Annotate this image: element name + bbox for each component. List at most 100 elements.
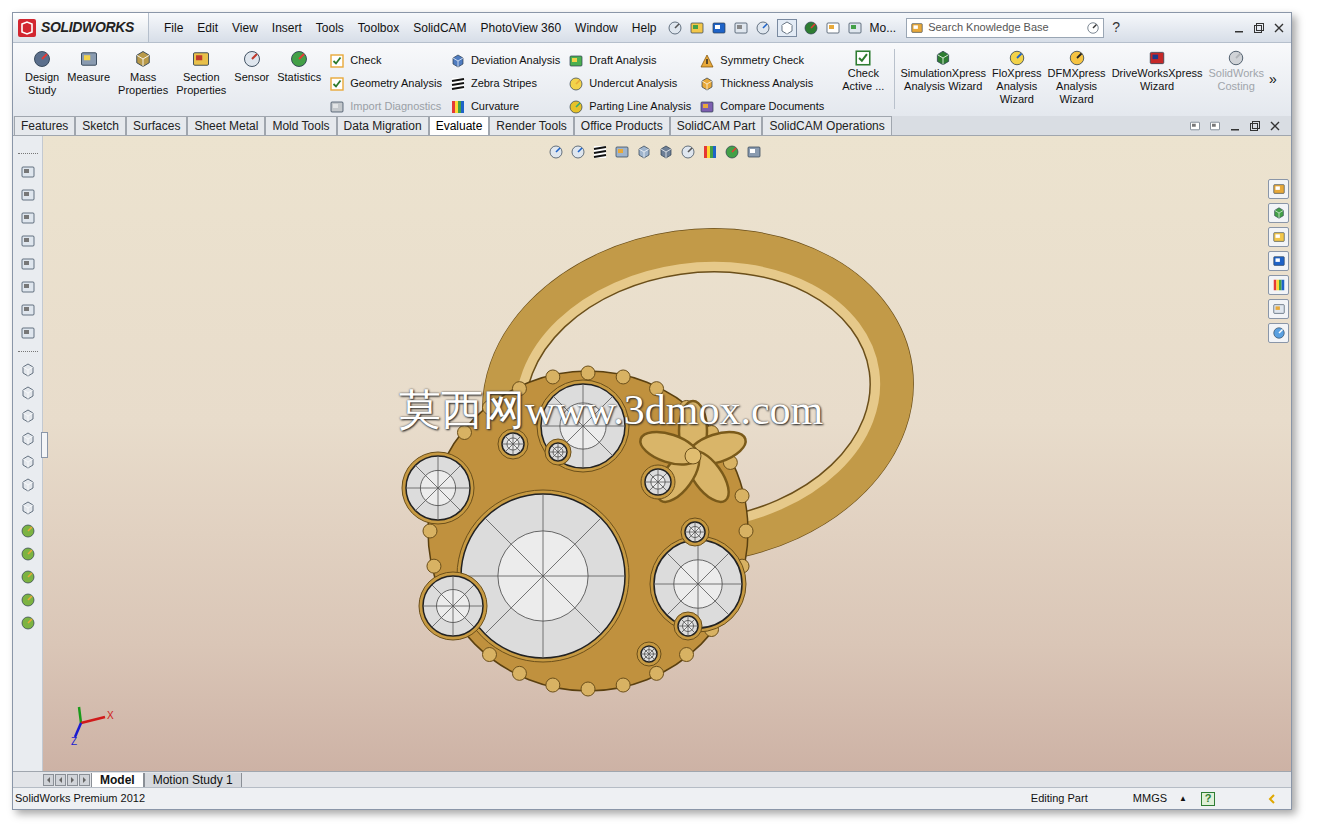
help-button[interactable]: ? bbox=[1112, 17, 1120, 38]
task-pane-tab[interactable] bbox=[1268, 323, 1289, 343]
viewport-restore-icon[interactable] bbox=[1249, 120, 1261, 132]
toolbar-button[interactable] bbox=[20, 164, 36, 180]
command-tab[interactable]: Features bbox=[14, 116, 75, 135]
ribbon-item[interactable]: Check bbox=[329, 49, 442, 72]
ribbon-item[interactable]: Curvature bbox=[450, 95, 560, 116]
logo[interactable]: SOLIDWORKS bbox=[13, 13, 149, 42]
toolbar-button[interactable] bbox=[20, 454, 36, 470]
toolbar-button[interactable] bbox=[20, 546, 36, 562]
menu-item[interactable]: SolidCAM bbox=[406, 19, 473, 37]
ribbon-item[interactable]: Thickness Analysis bbox=[699, 72, 824, 95]
command-tab[interactable]: Sketch bbox=[75, 116, 126, 135]
menu-item[interactable]: Window bbox=[568, 19, 625, 37]
ribbon-item[interactable]: Import Diagnostics bbox=[329, 95, 442, 116]
ribbon-item[interactable]: Draft Analysis bbox=[568, 49, 691, 72]
toolbar-button[interactable] bbox=[20, 431, 36, 447]
menu-item[interactable]: Toolbox bbox=[351, 19, 406, 37]
wizard-button[interactable]: SimulationXpressAnalysis Wizard bbox=[897, 49, 989, 93]
search-box[interactable]: Search Knowledge Base bbox=[906, 18, 1104, 38]
toolbar-button[interactable] bbox=[20, 523, 36, 539]
task-pane-tab[interactable] bbox=[1268, 179, 1289, 199]
menu-item[interactable]: Edit bbox=[190, 19, 225, 37]
heads-up-button[interactable] bbox=[636, 144, 652, 160]
viewport-minimize-icon[interactable] bbox=[1229, 120, 1241, 132]
command-tab[interactable]: Render Tools bbox=[489, 116, 574, 135]
wizard-button[interactable]: SolidWorksCosting bbox=[1206, 49, 1267, 93]
minimize-icon[interactable] bbox=[1233, 22, 1245, 34]
ribbon-button[interactable]: Statistics bbox=[273, 49, 325, 84]
menu-item[interactable]: View bbox=[225, 19, 265, 37]
model-tab[interactable]: Motion Study 1 bbox=[144, 773, 242, 787]
tab-scroll-icon[interactable] bbox=[79, 774, 90, 786]
ribbon-button[interactable]: Measure bbox=[63, 49, 114, 84]
status-help[interactable]: ? bbox=[1201, 792, 1215, 806]
wizard-button[interactable]: DFMXpressAnalysisWizard bbox=[1045, 49, 1109, 106]
heads-up-button[interactable] bbox=[570, 144, 586, 160]
ring-model[interactable] bbox=[43, 136, 1238, 772]
heads-up-button[interactable] bbox=[680, 144, 696, 160]
task-pane-tab[interactable] bbox=[1268, 275, 1289, 295]
command-tab[interactable]: Evaluate bbox=[429, 116, 490, 135]
toolbar-button[interactable] bbox=[20, 385, 36, 401]
command-tab[interactable]: Mold Tools bbox=[265, 116, 336, 135]
toolbar-button[interactable] bbox=[20, 500, 36, 516]
viewport-close-icon[interactable] bbox=[1269, 120, 1281, 132]
ribbon-item[interactable]: Zebra Stripes bbox=[450, 72, 560, 95]
toolbar-expander[interactable] bbox=[41, 432, 48, 458]
task-pane-tab[interactable] bbox=[1268, 299, 1289, 319]
ribbon-button[interactable]: DesignStudy bbox=[21, 49, 63, 97]
model-tab[interactable]: Model bbox=[91, 773, 144, 787]
task-pane-tab[interactable] bbox=[1268, 203, 1289, 223]
collapse-arrow-icon[interactable] bbox=[1267, 793, 1277, 805]
wizard-button[interactable]: DriveWorksXpressWizard bbox=[1109, 49, 1206, 93]
heads-up-button[interactable] bbox=[614, 144, 630, 160]
heads-up-button[interactable] bbox=[702, 144, 718, 160]
toolbar-button[interactable] bbox=[20, 210, 36, 226]
heads-up-button[interactable] bbox=[724, 144, 740, 160]
command-tab[interactable]: Data Migration bbox=[337, 116, 429, 135]
toolbar-button[interactable] bbox=[20, 592, 36, 608]
toolbar-button[interactable] bbox=[20, 256, 36, 272]
tab-scroll-icon[interactable] bbox=[55, 774, 66, 786]
command-tab[interactable]: SolidCAM Operations bbox=[762, 116, 891, 135]
ribbon-item[interactable]: Symmetry Check bbox=[699, 49, 824, 72]
ribbon-button[interactable]: Sensor bbox=[230, 49, 273, 84]
menu-item[interactable]: Tools bbox=[309, 19, 351, 37]
toolbar-button[interactable] bbox=[20, 279, 36, 295]
command-tab[interactable]: SolidCAM Part bbox=[670, 116, 763, 135]
close-icon[interactable] bbox=[1273, 22, 1285, 34]
tab-scroll-icon[interactable] bbox=[67, 774, 78, 786]
units-menu[interactable]: ▲ bbox=[1179, 793, 1187, 805]
wizard-button[interactable]: FloXpressAnalysisWizard bbox=[989, 49, 1045, 106]
ribbon-item[interactable]: Geometry Analysis bbox=[329, 72, 442, 95]
ribbon-item[interactable]: Compare Documents bbox=[699, 95, 824, 116]
ribbon-item[interactable]: Undercut Analysis bbox=[568, 72, 691, 95]
toolbar-button[interactable] bbox=[20, 615, 36, 631]
heads-up-button[interactable] bbox=[548, 144, 564, 160]
heads-up-button[interactable] bbox=[746, 144, 762, 160]
command-tab[interactable]: Sheet Metal bbox=[187, 116, 265, 135]
toolbar-button[interactable] bbox=[20, 477, 36, 493]
restore-icon[interactable] bbox=[1253, 22, 1265, 34]
menu-item[interactable]: PhotoView 360 bbox=[474, 19, 569, 37]
menu-item[interactable]: Insert bbox=[265, 19, 309, 37]
ribbon-button[interactable]: MassProperties bbox=[114, 49, 172, 97]
check-active-button[interactable]: CheckActive ... bbox=[834, 49, 892, 93]
heads-up-button[interactable] bbox=[658, 144, 674, 160]
ribbon-more[interactable]: » bbox=[1267, 49, 1277, 90]
heads-up-button[interactable] bbox=[592, 144, 608, 160]
menu-item[interactable]: File bbox=[157, 19, 190, 37]
menu-item[interactable]: Help bbox=[625, 19, 664, 37]
task-pane-tab[interactable] bbox=[1268, 227, 1289, 247]
toolbar-button[interactable] bbox=[20, 362, 36, 378]
ribbon-button[interactable]: SectionProperties bbox=[172, 49, 230, 97]
ribbon-item[interactable]: Deviation Analysis bbox=[450, 49, 560, 72]
command-tab[interactable]: Surfaces bbox=[126, 116, 187, 135]
toolbar-button[interactable] bbox=[20, 233, 36, 249]
select-button[interactable] bbox=[777, 19, 797, 37]
command-tab[interactable]: Office Products bbox=[574, 116, 670, 135]
units[interactable]: MMGS bbox=[1133, 790, 1167, 807]
toolbar-button[interactable] bbox=[20, 187, 36, 203]
ribbon-item[interactable]: Parting Line Analysis bbox=[568, 95, 691, 116]
quick-access-more[interactable]: Mo... bbox=[869, 19, 896, 37]
